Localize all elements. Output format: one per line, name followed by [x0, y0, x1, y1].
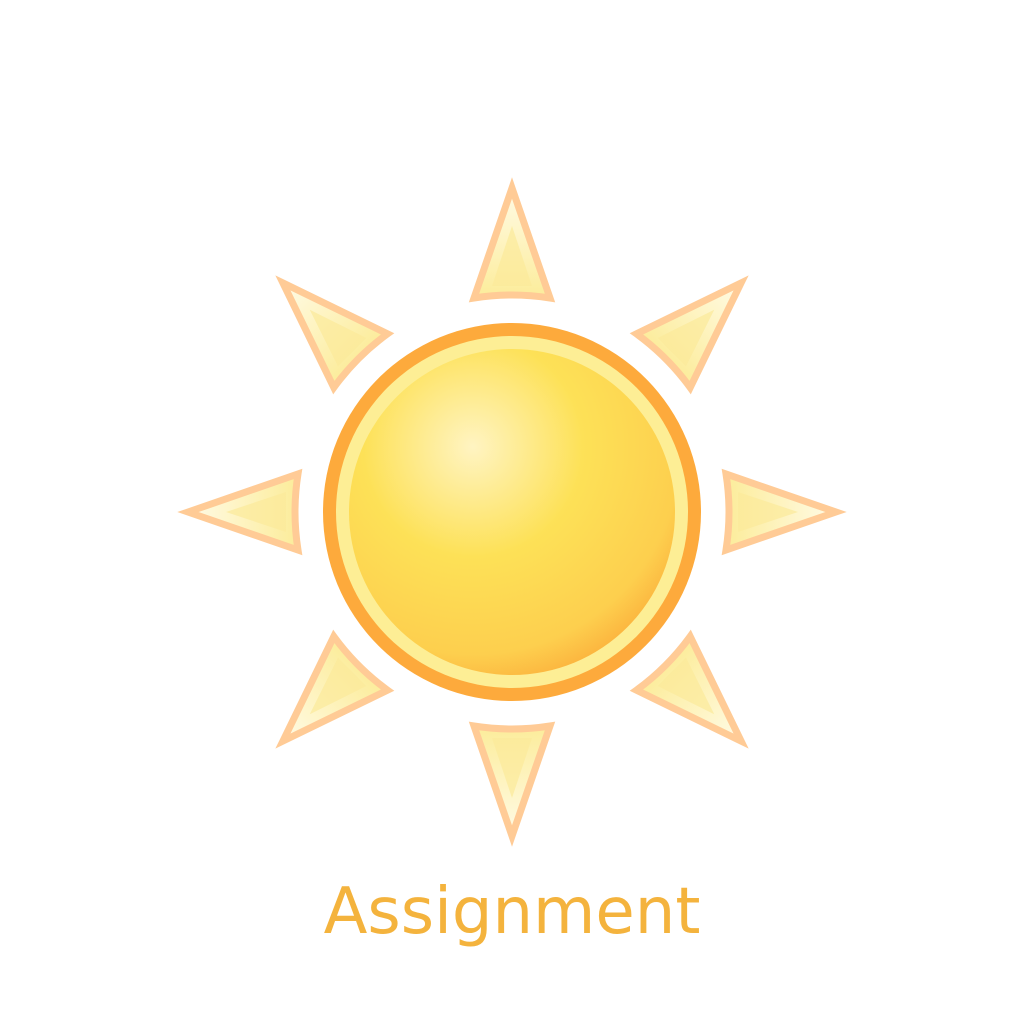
sun-ray — [629, 275, 749, 395]
sun-disc — [323, 323, 701, 701]
sun-ray — [177, 468, 303, 556]
app-icon-canvas: Assignment — [0, 0, 1024, 1024]
sun-ray — [721, 468, 847, 556]
app-name-label: Assignment — [323, 875, 701, 949]
sun-ray — [629, 629, 749, 749]
sun-ray — [468, 721, 556, 847]
sun-ray — [275, 629, 395, 749]
sun-ray — [468, 177, 556, 303]
sun-icon — [177, 177, 847, 847]
sun-ray — [275, 275, 395, 395]
